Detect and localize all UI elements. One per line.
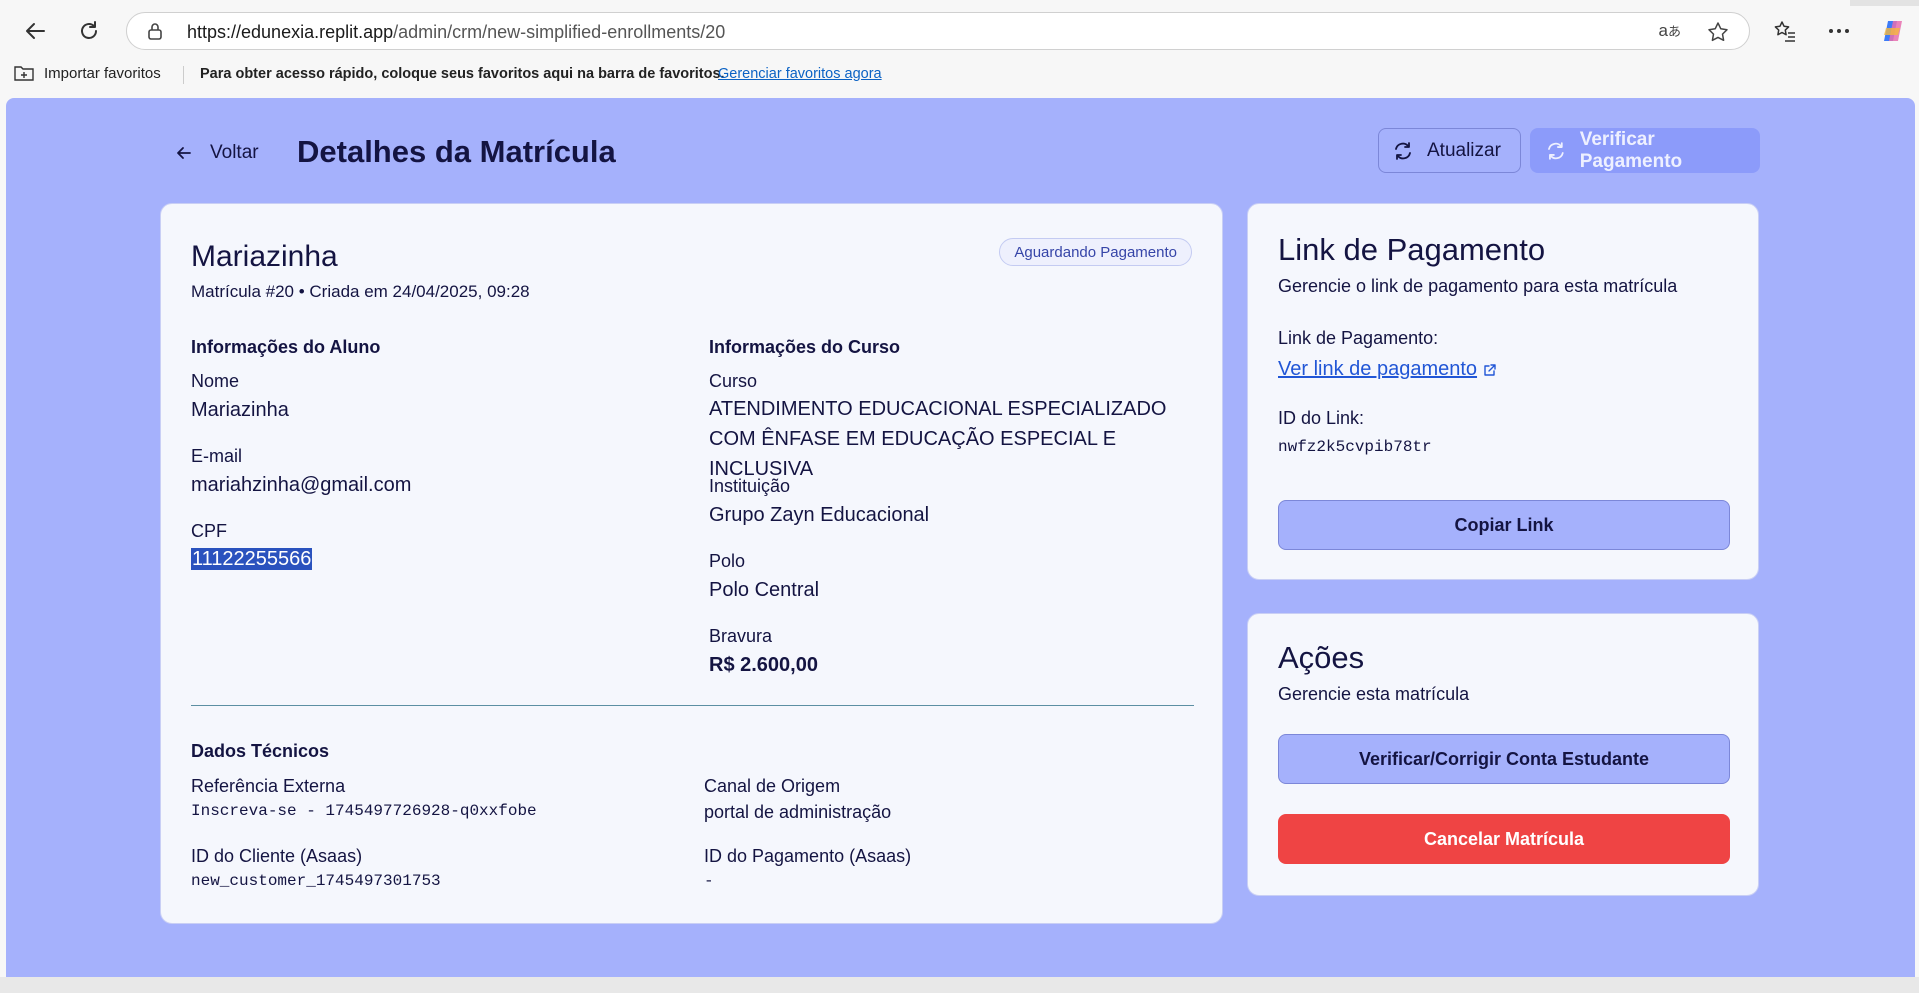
- more-options-icon[interactable]: [1822, 14, 1856, 48]
- link-id-label: ID do Link:: [1278, 408, 1365, 428]
- price-label: Bravura: [709, 626, 773, 646]
- email-value: mariahzinha@gmail.com: [191, 474, 412, 496]
- student-info-heading: Informações do Aluno: [191, 337, 381, 357]
- channel-label: Canal de Origem: [704, 776, 841, 796]
- cpf-value: 11122255566: [191, 548, 313, 571]
- cpf-selected-text: 11122255566: [191, 548, 313, 570]
- copilot-icon[interactable]: [1876, 14, 1910, 48]
- name-label: Nome: [191, 371, 240, 391]
- import-favorites-label: Importar favoritos: [44, 64, 161, 82]
- name-value: Mariazinha: [191, 399, 289, 421]
- app-viewport: Voltar Detalhes da Matrícula Atualizar V…: [6, 98, 1915, 977]
- copy-link-button[interactable]: Copiar Link: [1278, 500, 1730, 550]
- verify-payment-button[interactable]: Verificar Pagamento: [1530, 128, 1760, 173]
- refresh-button[interactable]: Atualizar: [1378, 128, 1521, 173]
- enrollment-details-card: Mariazinha Aguardando Pagamento Matrícul…: [160, 203, 1223, 924]
- taskbar-strip: [0, 977, 1919, 993]
- technical-heading: Dados Técnicos: [191, 741, 330, 761]
- reload-icon[interactable]: [72, 14, 106, 48]
- back-label: Voltar: [210, 142, 259, 163]
- payment-link-text: Ver link de pagamento: [1278, 358, 1478, 380]
- tab-strip: [0, 0, 1919, 6]
- translate-icon[interactable]: aあ: [1659, 21, 1681, 41]
- favorites-list-icon[interactable]: [1768, 14, 1802, 48]
- client-id-label: ID do Cliente (Asaas): [191, 846, 363, 866]
- back-button[interactable]: Voltar: [176, 142, 259, 164]
- actions-card: Ações Gerencie esta matrícula Verificar/…: [1247, 613, 1759, 896]
- external-ref-value: Inscreva-se - 1745497726928-q0xxfobe: [191, 802, 537, 820]
- price-value: R$ 2.600,00: [709, 654, 818, 676]
- refresh-label: Atualizar: [1427, 139, 1501, 161]
- payment-id-value: -: [704, 872, 714, 890]
- payment-link-heading: Link de Pagamento: [1278, 232, 1546, 267]
- page-title: Detalhes da Matrícula: [297, 134, 616, 169]
- payment-link-description: Gerencie o link de pagamento para esta m…: [1278, 276, 1678, 296]
- enrollment-subtitle: Matrícula #20 • Criada em 24/04/2025, 09…: [191, 282, 530, 301]
- url-text: https://edunexia.replit.app/admin/crm/ne…: [187, 22, 726, 42]
- verify-account-button[interactable]: Verificar/Corrigir Conta Estudante: [1278, 734, 1730, 784]
- external-ref-label: Referência Externa: [191, 776, 346, 796]
- favorites-tip: Para obter acesso rápido, coloque seus f…: [200, 66, 725, 82]
- status-badge: Aguardando Pagamento: [999, 238, 1192, 266]
- favorites-bar: Importar favoritos Para obter acesso ráp…: [0, 62, 1919, 90]
- polo-label: Polo: [709, 551, 746, 571]
- cpf-label: CPF: [191, 521, 227, 541]
- polo-value: Polo Central: [709, 579, 820, 601]
- institution-label: Instituição: [709, 476, 791, 496]
- payment-id-label: ID do Pagamento (Asaas): [704, 846, 912, 866]
- client-id-value: new_customer_1745497301753: [191, 872, 441, 890]
- section-divider: [191, 705, 1194, 706]
- course-value: ATENDIMENTO EDUCACIONAL ESPECIALIZADO CO…: [709, 398, 1167, 480]
- payment-link[interactable]: Ver link de pagamento: [1278, 358, 1497, 381]
- email-label: E-mail: [191, 446, 243, 466]
- actions-heading: Ações: [1278, 640, 1365, 675]
- institution-value: Grupo Zayn Educacional: [709, 504, 930, 526]
- payment-link-label: Link de Pagamento:: [1278, 328, 1439, 348]
- course-label: Curso: [709, 371, 758, 391]
- browser-toolbar: https://edunexia.replit.app/admin/crm/ne…: [0, 0, 1919, 98]
- course-info-heading: Informações do Curso: [709, 337, 901, 357]
- address-bar[interactable]: https://edunexia.replit.app/admin/crm/ne…: [126, 12, 1750, 50]
- payment-link-card: Link de Pagamento Gerencie o link de pag…: [1247, 203, 1759, 580]
- external-link-icon: [1484, 363, 1496, 376]
- back-arrow-icon[interactable]: [18, 14, 52, 48]
- manage-favorites-link[interactable]: Gerenciar favoritos agora: [718, 66, 882, 82]
- favorite-star-icon[interactable]: [1707, 21, 1729, 48]
- lock-icon[interactable]: [147, 22, 163, 45]
- arrow-left-icon: [177, 147, 191, 159]
- folder-icon: [14, 66, 34, 81]
- favorites-divider: [183, 66, 184, 84]
- student-name-heading: Mariazinha: [191, 240, 338, 273]
- refresh-icon: [1395, 141, 1411, 160]
- refresh-icon: [1548, 141, 1564, 160]
- actions-description: Gerencie esta matrícula: [1278, 684, 1470, 704]
- link-id-value: nwfz2k5cvpib78tr: [1278, 438, 1432, 456]
- channel-value: portal de administração: [704, 802, 892, 822]
- verify-payment-label: Verificar Pagamento: [1579, 128, 1683, 172]
- import-favorites-button[interactable]: Importar favoritos: [14, 64, 161, 82]
- cancel-enrollment-button[interactable]: Cancelar Matrícula: [1278, 814, 1730, 864]
